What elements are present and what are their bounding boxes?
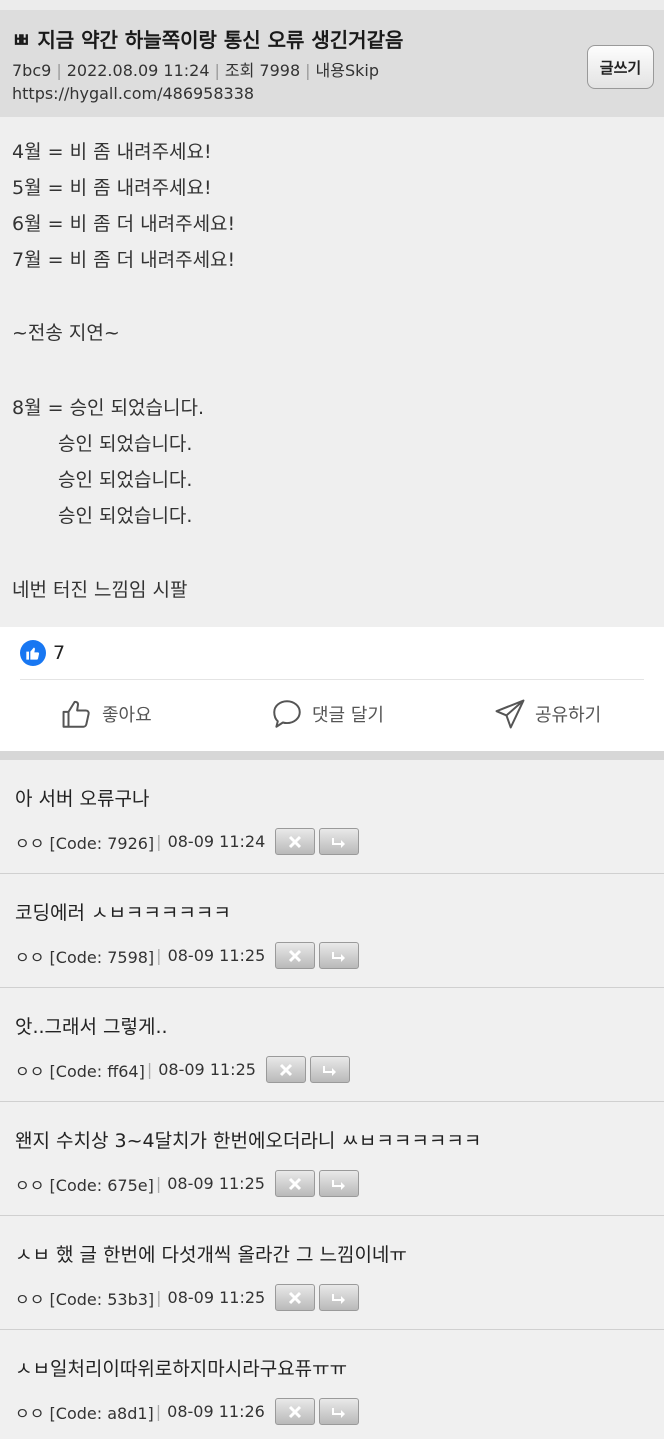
close-icon — [289, 949, 302, 962]
close-icon — [288, 1177, 301, 1190]
speech-bubble-icon — [273, 700, 301, 728]
comment-meta: ㅇㅇ [Code: 53b3] | 08-09 11:25 — [15, 1284, 360, 1311]
comment-author: ㅇㅇ [Code: 53b3] — [15, 1289, 155, 1309]
delete-button[interactable] — [275, 1284, 316, 1311]
delete-button[interactable] — [274, 1170, 315, 1197]
delete-button[interactable] — [275, 828, 316, 855]
comment-item: 코딩에러 ㅅㅂㅋㅋㅋㅋㅋㅋ ㅇㅇ [Code: 7598] | 08-09 11:2… — [0, 874, 664, 988]
meta-separator: | — [214, 61, 220, 80]
post-line: ~전송 지연~ — [12, 322, 120, 344]
delete-button[interactable] — [265, 1056, 306, 1083]
write-button[interactable]: 글쓰기 — [587, 45, 654, 89]
reply-button[interactable] — [318, 1398, 359, 1425]
meta-separator: | — [155, 1174, 162, 1193]
comment-author: ㅇㅇ [Code: 7598] — [15, 947, 155, 967]
delete-button[interactable] — [274, 1398, 315, 1425]
reply-arrow-icon — [331, 1407, 345, 1418]
post-line: 4월 = 비 좀 내려주세요! — [12, 141, 212, 163]
comment-time: 08-09 11:25 — [167, 1288, 266, 1307]
comment-item: ㅅㅂ일처리이따위로하지마시라구요퓨ㅠㅠ ㅇㅇ [Code: a8d1] | 08-0… — [0, 1330, 664, 1439]
reply-arrow-icon — [332, 951, 346, 962]
post-line: 5월 = 비 좀 내려주세요! — [12, 177, 212, 199]
post-line: 승인 되었습니다. — [58, 469, 193, 491]
comment-author: ㅇㅇ [Code: a8d1] — [15, 1403, 154, 1423]
comment-text: ㅅㅂ 했 글 한번에 다섯개씩 올라간 그 느낌이네ㅠ — [15, 1244, 407, 1266]
divider — [20, 679, 644, 680]
like-label: 좋아요 — [102, 705, 152, 726]
comment-author: ㅇㅇ [Code: 675e] — [15, 1175, 154, 1195]
comment-item: 앗..그래서 그렇게.. ㅇㅇ [Code: ff64] | 08-09 11:25 — [0, 988, 664, 1102]
reply-button[interactable] — [319, 942, 360, 969]
reply-arrow-icon — [331, 1179, 345, 1190]
section-gap — [0, 751, 664, 760]
reply-button[interactable] — [309, 1056, 350, 1083]
post-url[interactable]: https://hygall.com/486958338 — [12, 84, 254, 103]
like-button[interactable]: 좋아요 — [60, 697, 152, 731]
close-icon — [279, 1063, 292, 1076]
close-icon — [289, 1291, 302, 1304]
comment-item: ㅅㅂ 했 글 한번에 다섯개씩 올라간 그 느낌이네ㅠ ㅇㅇ [Code: 53… — [0, 1216, 664, 1330]
reply-arrow-icon — [332, 837, 346, 848]
comment-text: 코딩에러 ㅅㅂㅋㅋㅋㅋㅋㅋ — [15, 902, 231, 924]
reply-button[interactable] — [319, 828, 360, 855]
comment-item: 아 서버 오류구나 ㅇㅇ [Code: 7926] | 08-09 11:24 — [0, 760, 664, 874]
comment-text: 왠지 수치상 3~4달치가 한번에오더라니 ㅆㅂㅋㅋㅋㅋㅋㅋ — [15, 1130, 482, 1152]
comment-time: 08-09 11:24 — [167, 832, 266, 851]
close-icon — [288, 1405, 301, 1418]
comment-text: 앗..그래서 그렇게.. — [15, 1016, 168, 1038]
comment-time: 08-09 11:25 — [167, 1174, 265, 1193]
post-line: 네번 터진 느낌임 시팔 — [12, 579, 188, 601]
comment-text: ㅅㅂ일처리이따위로하지마시라구요퓨ㅠㅠ — [15, 1358, 348, 1380]
post-line: 승인 되었습니다. — [58, 433, 193, 455]
comment-time: 08-09 11:25 — [158, 1060, 256, 1079]
meta-separator: | — [156, 832, 162, 851]
comment-item: 왠지 수치상 3~4달치가 한번에오더라니 ㅆㅂㅋㅋㅋㅋㅋㅋ ㅇㅇ [Code:… — [0, 1102, 664, 1216]
like-count-number: 7 — [53, 642, 66, 664]
comment-time: 08-09 11:26 — [167, 1402, 265, 1421]
meta-separator: | — [156, 1288, 162, 1307]
post-line: 6월 = 비 좀 더 내려주세요! — [12, 213, 236, 235]
comment-button[interactable]: 댓글 달기 — [270, 697, 384, 731]
post-views: 조회 7998 — [224, 61, 301, 80]
thumbs-up-icon — [62, 700, 90, 728]
reply-button[interactable] — [318, 1170, 359, 1197]
post-line: 승인 되었습니다. — [58, 505, 193, 527]
delete-button[interactable] — [275, 942, 316, 969]
share-button[interactable]: 공유하기 — [493, 697, 601, 731]
comment-meta: ㅇㅇ [Code: ff64] | 08-09 11:25 — [15, 1056, 350, 1083]
reply-button[interactable] — [319, 1284, 360, 1311]
post-title: ㅃ 지금 약간 하늘쪽이랑 통신 오류 생긴거같음 — [12, 28, 404, 52]
comment-meta: ㅇㅇ [Code: 7598] | 08-09 11:25 — [15, 942, 360, 969]
post-line: 7월 = 비 좀 더 내려주세요! — [12, 249, 236, 271]
comment-text: 아 서버 오류구나 — [15, 788, 150, 810]
comment-author: ㅇㅇ [Code: 7926] — [15, 833, 155, 853]
thumbs-up-badge-icon — [20, 640, 46, 666]
meta-separator: | — [146, 1060, 153, 1079]
post-author-code: 7bc9 — [12, 61, 52, 80]
reactions-panel — [0, 627, 664, 751]
content-skip-link[interactable]: 내용Skip — [316, 61, 379, 80]
post-date: 2022.08.09 11:24 — [66, 61, 210, 80]
post-body: 4월 = 비 좀 내려주세요! 5월 = 비 좀 내려주세요! 6월 = 비 좀… — [0, 117, 664, 627]
post-meta: 7bc9 | 2022.08.09 11:24 | 조회 7998 | 내용Skip — [12, 57, 379, 81]
comment-meta: ㅇㅇ [Code: a8d1] | 08-09 11:26 — [15, 1398, 359, 1425]
meta-separator: | — [156, 946, 162, 965]
comment-meta: ㅇㅇ [Code: 7926] | 08-09 11:24 — [15, 828, 360, 855]
reply-arrow-icon — [322, 1065, 336, 1076]
share-label: 공유하기 — [535, 705, 602, 726]
comment-label: 댓글 달기 — [312, 705, 384, 726]
meta-separator: | — [155, 1402, 162, 1421]
meta-separator: | — [56, 61, 62, 80]
like-count[interactable]: 7 — [20, 640, 65, 666]
paper-plane-icon — [495, 699, 525, 729]
post-line: 8월 = 승인 되었습니다. — [12, 397, 205, 419]
reply-arrow-icon — [332, 1293, 346, 1304]
comment-author: ㅇㅇ [Code: ff64] — [15, 1061, 145, 1081]
meta-separator: | — [305, 61, 311, 80]
close-icon — [289, 835, 302, 848]
post-header: ㅃ 지금 약간 하늘쪽이랑 통신 오류 생긴거같음 7bc9 | 2022.08.0… — [0, 0, 664, 117]
comment-meta: ㅇㅇ [Code: 675e] | 08-09 11:25 — [15, 1170, 359, 1197]
comment-time: 08-09 11:25 — [167, 946, 266, 965]
